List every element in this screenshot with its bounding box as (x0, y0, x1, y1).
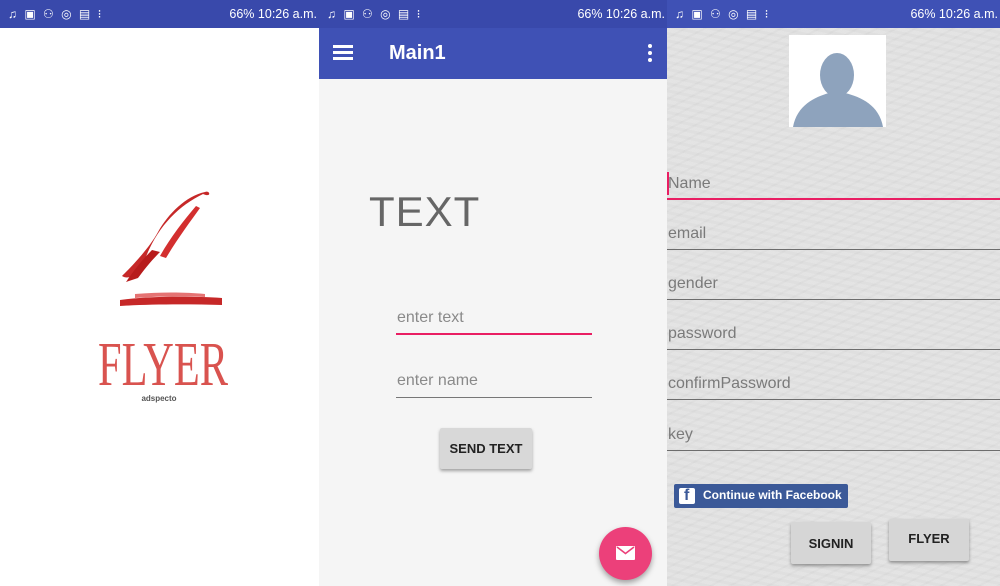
brand-name: FLYER (98, 331, 228, 399)
brand-tagline: adspecto (141, 394, 176, 403)
facebook-button-label: Continue with Facebook (703, 488, 842, 502)
gender-placeholder: gender (668, 275, 718, 292)
password-field[interactable]: password (667, 322, 1000, 350)
email-placeholder: email (668, 225, 707, 242)
signin-button[interactable]: SIGNIN (791, 522, 871, 564)
field-underline (667, 299, 1000, 300)
confirm-password-field[interactable]: confirmPassword (667, 372, 1000, 400)
notification-icons: ♫ ▣ ⚇ ◎ ▤ ⁝ (327, 7, 423, 21)
password-placeholder: password (668, 325, 737, 342)
main-screen: ♫ ▣ ⚇ ◎ ▤ ⁝ 66% 10:26 a.m. Main1 TEXT en… (319, 0, 667, 586)
key-placeholder: key (668, 426, 693, 443)
app-bar: Main1 (319, 28, 667, 79)
email-field[interactable]: email (667, 222, 1000, 250)
splash-screen: ♫ ▣ ⚇ ◎ ▤ ⁝ 66% 10:26 a.m. FLYER adspect… (0, 0, 319, 586)
field-underline (667, 198, 1000, 200)
name-placeholder: Name (668, 175, 711, 192)
logo-brush-mark (122, 191, 210, 278)
app-bar-title: Main1 (389, 42, 446, 64)
display-text: TEXT (369, 188, 481, 235)
status-bar-right: 66% 10:26 a.m. (910, 7, 998, 21)
flyer-logo: FLYER adspecto (98, 191, 228, 403)
confirm-password-placeholder: confirmPassword (668, 375, 791, 392)
field-underline (667, 249, 1000, 250)
status-bar: ♫ ▣ ⚇ ◎ ▤ ⁝ 66% 10:26 a.m. (319, 0, 667, 28)
field-underline (667, 450, 1000, 451)
name-field[interactable]: Name (667, 172, 1000, 200)
logo-underline-stroke (120, 296, 222, 306)
hamburger-menu-icon[interactable] (333, 45, 353, 61)
mail-icon (616, 546, 635, 560)
field-underline (667, 349, 1000, 350)
flyer-button[interactable]: FLYER (889, 519, 969, 561)
enter-text-placeholder: enter text (397, 309, 464, 326)
field-underline (667, 399, 1000, 400)
field-underline (396, 397, 592, 398)
enter-name-placeholder: enter name (397, 372, 478, 389)
email-fab-button[interactable] (599, 527, 652, 580)
field-underline (396, 333, 592, 335)
notification-icons: ♫ ▣ ⚇ ◎ ▤ ⁝ (675, 7, 771, 21)
key-field[interactable]: key (667, 423, 1000, 451)
person-silhouette-icon (793, 53, 883, 127)
enter-name-field[interactable]: enter name (396, 368, 592, 398)
avatar[interactable] (789, 35, 886, 127)
status-bar: ♫ ▣ ⚇ ◎ ▤ ⁝ 66% 10:26 a.m. (667, 0, 1000, 28)
enter-text-field[interactable]: enter text (396, 305, 592, 335)
continue-with-facebook-button[interactable]: f Continue with Facebook (674, 484, 848, 508)
send-text-button[interactable]: SEND TEXT (440, 428, 532, 469)
facebook-icon: f (679, 487, 695, 504)
status-bar-right: 66% 10:26 a.m. (577, 7, 665, 21)
signup-screen: ♫ ▣ ⚇ ◎ ▤ ⁝ 66% 10:26 a.m. Name email ge… (667, 0, 1000, 586)
gender-field[interactable]: gender (667, 272, 1000, 300)
overflow-menu-icon[interactable] (647, 44, 653, 64)
